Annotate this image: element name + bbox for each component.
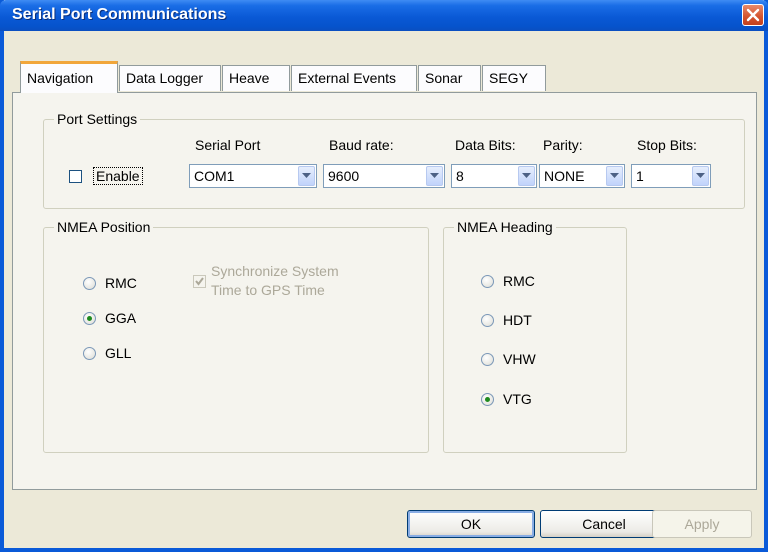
heading-radio-hdt[interactable] (481, 314, 494, 327)
position-radio-gll[interactable] (83, 347, 96, 360)
title-bar[interactable]: Serial Port Communications (0, 0, 768, 31)
close-button[interactable] (742, 4, 764, 26)
dropdown-arrow[interactable] (298, 166, 315, 186)
tab-segy[interactable]: SEGY (482, 65, 546, 91)
data-bits-label: Data Bits: (455, 137, 516, 153)
apply-button[interactable]: Apply (652, 510, 752, 538)
dropdown-arrow[interactable] (692, 166, 709, 186)
tab-sonar[interactable]: Sonar (418, 65, 481, 91)
chevron-down-icon (610, 173, 619, 178)
dropdown-arrow[interactable] (518, 166, 535, 186)
dropdown-arrow[interactable] (426, 166, 443, 186)
heading-label-hdt: HDT (503, 312, 532, 328)
serial-port-combo[interactable]: COM1 (189, 164, 317, 188)
nmea-heading-group: NMEA Heading (443, 219, 627, 453)
heading-label-vtg: VTG (503, 391, 532, 407)
sync-time-checkbox[interactable] (193, 275, 206, 288)
heading-label-vhw: VHW (503, 351, 536, 367)
radio-selected-dot (485, 397, 490, 402)
serial-port-label: Serial Port (195, 137, 261, 153)
port-settings-legend: Port Settings (57, 111, 138, 127)
baud-rate-label: Baud rate: (329, 137, 394, 153)
radio-selected-dot (87, 316, 92, 321)
chevron-down-icon (430, 173, 439, 178)
tab-data-logger[interactable]: Data Logger (119, 65, 221, 91)
position-label-rmc: RMC (105, 275, 137, 291)
chevron-down-icon (522, 173, 531, 178)
nmea-position-group: NMEA Position (43, 219, 429, 453)
heading-radio-rmc[interactable] (481, 275, 494, 288)
close-icon (746, 8, 760, 22)
window-title: Serial Port Communications (12, 6, 227, 23)
stop-bits-label: Stop Bits: (637, 137, 697, 153)
ok-button[interactable]: OK (407, 510, 535, 538)
heading-radio-vtg[interactable] (481, 393, 494, 406)
dropdown-arrow[interactable] (606, 166, 623, 186)
sync-time-label-line2: Time to GPS Time (211, 282, 325, 298)
port-settings-group: Port Settings (43, 111, 745, 209)
parity-combo[interactable]: NONE (539, 164, 625, 188)
stop-bits-combo[interactable]: 1 (631, 164, 711, 188)
heading-label-rmc: RMC (503, 273, 535, 289)
chevron-down-icon (302, 173, 311, 178)
position-radio-gga[interactable] (83, 312, 96, 325)
enable-label[interactable]: Enable (93, 167, 143, 185)
cancel-button[interactable]: Cancel (540, 510, 668, 538)
chevron-down-icon (696, 173, 705, 178)
parity-label: Parity: (543, 137, 583, 153)
heading-radio-vhw[interactable] (481, 353, 494, 366)
baud-rate-combo[interactable]: 9600 (323, 164, 445, 188)
nmea-heading-legend: NMEA Heading (457, 219, 553, 235)
position-radio-rmc[interactable] (83, 277, 96, 290)
tab-navigation[interactable]: Navigation (20, 61, 118, 93)
tab-panel-navigation: Port Settings Enable Serial Port COM1 Ba… (12, 92, 757, 490)
tab-heave[interactable]: Heave (222, 65, 290, 91)
tab-external-events[interactable]: External Events (291, 65, 417, 91)
nmea-position-legend: NMEA Position (57, 219, 151, 235)
check-icon (195, 277, 204, 286)
position-label-gll: GLL (105, 345, 132, 361)
position-label-gga: GGA (105, 310, 137, 326)
enable-checkbox[interactable] (69, 170, 82, 183)
data-bits-combo[interactable]: 8 (451, 164, 537, 188)
sync-time-label-line1: Synchronize System (211, 263, 339, 279)
